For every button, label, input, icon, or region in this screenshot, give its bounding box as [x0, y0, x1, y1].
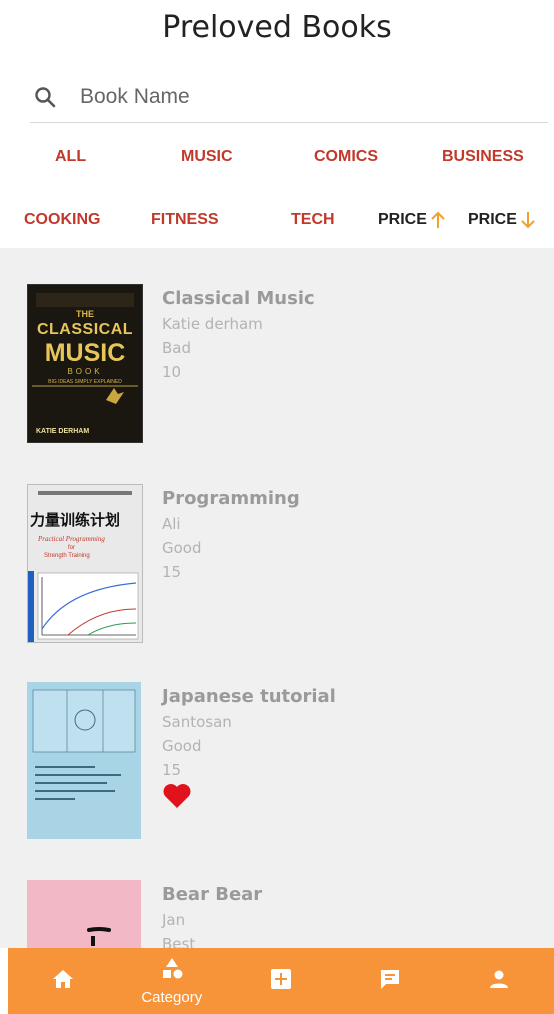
- arrow-down-icon: [521, 212, 535, 229]
- book-info: Programming Ali Good 15: [162, 488, 300, 581]
- category-cooking[interactable]: COOKING: [24, 211, 100, 229]
- category-icon: [159, 956, 185, 987]
- book-price: 15: [162, 563, 182, 581]
- search-bar: [30, 72, 548, 123]
- book-condition: Good: [162, 737, 202, 755]
- nav-home[interactable]: [23, 968, 103, 995]
- search-icon[interactable]: [30, 82, 60, 112]
- cover-line3: BOOK: [67, 367, 103, 376]
- book-cover: THE CLASSICAL MUSIC BOOK BIG IDEAS SIMPL…: [27, 284, 143, 443]
- book-item[interactable]: 力量训练计划 Practical Programming for Strengt…: [0, 478, 554, 658]
- cover-sub1: Practical Programming: [38, 535, 105, 543]
- cover-brand: THE: [76, 309, 94, 319]
- book-author: Santosan: [162, 713, 232, 731]
- cover-sub3: Strength Training: [44, 553, 90, 559]
- book-price: 10: [162, 363, 182, 381]
- page-title: Preloved Books: [162, 10, 392, 45]
- category-all[interactable]: ALL: [55, 148, 86, 166]
- search-input[interactable]: [78, 84, 482, 110]
- arrow-up-icon: [431, 211, 445, 228]
- book-cover: 力量训练计划 Practical Programming for Strengt…: [27, 484, 143, 643]
- category-fitness[interactable]: FITNESS: [151, 211, 219, 229]
- favorite-heart-icon[interactable]: [162, 783, 336, 814]
- nav-category[interactable]: Category: [132, 956, 212, 1006]
- nav-messages[interactable]: [350, 967, 430, 996]
- sort-price-desc-button[interactable]: PRICE: [468, 211, 535, 229]
- book-author: Ali: [162, 515, 181, 533]
- category-business[interactable]: BUSINESS: [442, 148, 524, 166]
- book-info: Japanese tutorial Santosan Good 15: [162, 686, 336, 814]
- book-title: Classical Music: [162, 288, 315, 309]
- book-price: 15: [162, 761, 182, 779]
- book-item[interactable]: Bear Bear Jan Best: [0, 874, 554, 948]
- nav-category-label: Category: [141, 989, 203, 1006]
- sort-desc-label: PRICE: [468, 211, 517, 228]
- category-music[interactable]: MUSIC: [181, 148, 233, 166]
- category-tech[interactable]: TECH: [291, 211, 335, 229]
- bottom-navigation: Category: [8, 948, 554, 1014]
- nav-add[interactable]: [241, 967, 321, 996]
- book-title: Programming: [162, 488, 300, 509]
- category-comics[interactable]: COMICS: [314, 148, 378, 166]
- book-author: Katie derham: [162, 315, 263, 333]
- cover-author: KATIE DERHAM: [36, 428, 90, 435]
- book-title: Bear Bear: [162, 884, 263, 905]
- sort-price-asc-button[interactable]: PRICE: [378, 211, 445, 229]
- book-condition: Bad: [162, 339, 192, 357]
- chat-icon: [378, 967, 402, 996]
- nav-profile[interactable]: [459, 967, 539, 996]
- cover-tagline: BIG IDEAS SIMPLY EXPLAINED: [48, 379, 122, 385]
- book-title: Japanese tutorial: [162, 686, 336, 707]
- book-cover: [27, 880, 141, 948]
- book-cover: [27, 682, 141, 839]
- book-info: Bear Bear Jan Best: [162, 884, 262, 948]
- cover-heading: 力量训练计划: [30, 512, 121, 529]
- book-author: Jan: [162, 911, 186, 929]
- book-condition: Good: [162, 539, 202, 557]
- sort-asc-label: PRICE: [378, 211, 427, 228]
- home-icon: [51, 968, 75, 995]
- book-condition: Best: [162, 935, 196, 948]
- book-info: Classical Music Katie derham Bad 10: [162, 288, 315, 381]
- cover-line2: MUSIC: [44, 339, 126, 367]
- cover-line1: CLASSICAL: [36, 321, 134, 338]
- book-list[interactable]: THE CLASSICAL MUSIC BOOK BIG IDEAS SIMPL…: [0, 248, 554, 948]
- add-box-icon: [269, 967, 293, 996]
- book-item[interactable]: THE CLASSICAL MUSIC BOOK BIG IDEAS SIMPL…: [0, 278, 554, 458]
- person-icon: [487, 967, 511, 996]
- cover-sub2: for: [68, 545, 76, 551]
- book-item[interactable]: Japanese tutorial Santosan Good 15: [0, 676, 554, 856]
